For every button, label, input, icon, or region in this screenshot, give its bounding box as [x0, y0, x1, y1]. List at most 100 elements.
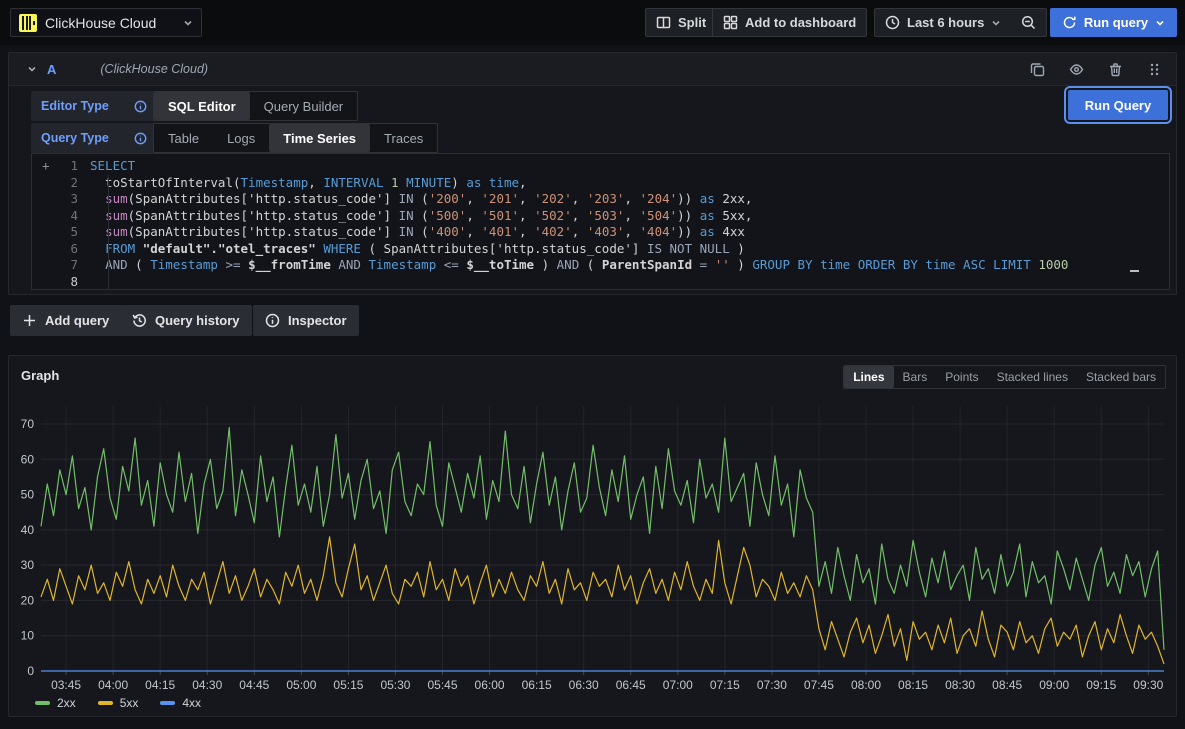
x-axis-label: 06:45 — [616, 678, 646, 692]
sql-line-4[interactable]: 4 sum(SpanAttributes['http.status_code']… — [32, 208, 1169, 225]
delete-query-trash-icon[interactable] — [1108, 62, 1123, 77]
history-icon — [132, 313, 147, 328]
sql-line-1[interactable]: +1SELECT — [32, 158, 1169, 175]
run-query-toolbar-button[interactable]: Run query — [1050, 8, 1177, 37]
query-type-option-table[interactable]: Table — [154, 124, 213, 152]
legend-label: 2xx — [57, 696, 76, 710]
sql-code-text — [83, 274, 90, 291]
y-axis-label: 70 — [21, 417, 35, 431]
time-range-picker[interactable]: Last 6 hours — [875, 9, 1011, 36]
chevron-down-icon — [991, 18, 1001, 28]
add-to-dashboard-button[interactable]: Add to dashboard — [712, 8, 867, 37]
sql-code-editor[interactable]: +1SELECT2 toStartOfInterval(Timestamp, I… — [31, 153, 1170, 290]
query-type-option-traces[interactable]: Traces — [370, 124, 437, 152]
x-axis-label: 08:30 — [945, 678, 975, 692]
graph-panel: Graph LinesBarsPointsStacked linesStacke… — [8, 355, 1177, 717]
clock-icon — [885, 15, 900, 30]
datasource-picker[interactable]: ClickHouse Cloud — [10, 8, 202, 37]
query-row-header[interactable]: A (ClickHouse Cloud) — [9, 53, 1176, 86]
run-query-button[interactable]: Run Query — [1068, 90, 1168, 120]
sql-line-3[interactable]: 3 sum(SpanAttributes['http.status_code']… — [32, 191, 1169, 208]
query-datasource-hint: (ClickHouse Cloud) — [100, 62, 208, 76]
x-axis-label: 06:15 — [522, 678, 552, 692]
time-series-chart[interactable]: 01020304050607003:4504:0004:1504:3004:45… — [9, 356, 1178, 718]
clickhouse-logo-icon — [19, 14, 37, 32]
sql-line-5[interactable]: 5 sum(SpanAttributes['http.status_code']… — [32, 224, 1169, 241]
sql-line-7[interactable]: 7 AND ( Timestamp >= $__fromTime AND Tim… — [32, 257, 1169, 274]
refresh-icon — [1062, 15, 1077, 30]
x-axis-label: 04:30 — [192, 678, 222, 692]
legend-label: 4xx — [182, 696, 201, 710]
x-axis-label: 08:15 — [898, 678, 928, 692]
zoom-out-time-button[interactable] — [1011, 9, 1046, 36]
x-axis-label: 08:45 — [992, 678, 1022, 692]
split-button[interactable]: Split — [645, 8, 717, 37]
y-axis-label: 30 — [21, 558, 35, 572]
sql-code-text: AND ( Timestamp >= $__fromTime AND Times… — [83, 257, 1068, 274]
y-axis-label: 10 — [21, 629, 35, 643]
indent-guide — [108, 175, 109, 290]
x-axis-label: 03:45 — [51, 678, 81, 692]
time-range-group: Last 6 hours — [874, 8, 1047, 37]
y-axis-label: 60 — [21, 452, 35, 466]
query-type-option-logs[interactable]: Logs — [213, 124, 269, 152]
x-axis-label: 06:00 — [475, 678, 505, 692]
x-axis-label: 04:00 — [98, 678, 128, 692]
sql-code-text: SELECT — [83, 158, 135, 175]
query-editor-panel: A (ClickHouse Cloud) Editor Type SQL Edi… — [8, 52, 1177, 295]
editor-type-option-query-builder[interactable]: Query Builder — [250, 92, 357, 120]
chevron-down-icon — [183, 18, 193, 28]
y-axis-label: 20 — [21, 593, 35, 607]
run-query-label: Run query — [1084, 15, 1148, 30]
legend-item-2xx[interactable]: 2xx — [35, 696, 76, 710]
add-query-button[interactable]: Add query — [10, 305, 121, 336]
x-axis-label: 05:30 — [380, 678, 410, 692]
duplicate-query-icon[interactable] — [1030, 62, 1045, 77]
sql-line-2[interactable]: 2 toStartOfInterval(Timestamp, INTERVAL … — [32, 175, 1169, 192]
line-number: +1 — [32, 158, 83, 175]
line-number: 7 — [32, 257, 83, 274]
add-line-icon[interactable]: + — [42, 158, 50, 175]
x-axis-label: 05:15 — [333, 678, 363, 692]
drag-handle-icon[interactable] — [1147, 62, 1162, 77]
chevron-down-icon — [1155, 18, 1165, 28]
query-type-toggle: TableLogsTime SeriesTraces — [153, 123, 438, 153]
sql-line-8[interactable]: 8 — [32, 274, 1169, 291]
query-type-label: Query Type — [41, 131, 126, 145]
x-axis-label: 09:00 — [1039, 678, 1069, 692]
line-number: 4 — [32, 208, 83, 225]
top-toolbar: ClickHouse Cloud Split Add to dashboard … — [0, 0, 1185, 45]
query-history-button[interactable]: Query history — [120, 305, 252, 336]
sql-line-6[interactable]: 6 FROM "default"."otel_traces" WHERE ( S… — [32, 241, 1169, 258]
zoom-out-icon — [1021, 15, 1036, 30]
line-number: 8 — [32, 274, 83, 291]
info-icon[interactable] — [134, 100, 147, 113]
line-number: 2 — [32, 175, 83, 192]
editor-type-toggle: SQL EditorQuery Builder — [153, 91, 358, 121]
legend-item-5xx[interactable]: 5xx — [98, 696, 139, 710]
inspector-button[interactable]: Inspector — [253, 305, 359, 336]
dashboard-grid-icon — [723, 15, 738, 30]
x-axis-label: 05:00 — [286, 678, 316, 692]
query-history-label: Query history — [155, 313, 240, 328]
x-axis-label: 09:30 — [1133, 678, 1163, 692]
split-label: Split — [678, 15, 706, 30]
line-number: 5 — [32, 224, 83, 241]
x-axis-label: 07:15 — [710, 678, 740, 692]
split-panes-icon — [656, 15, 671, 30]
editor-cursor — [1130, 270, 1139, 272]
info-icon[interactable] — [134, 132, 147, 145]
editor-type-option-sql-editor[interactable]: SQL Editor — [154, 92, 250, 120]
editor-type-field: Editor Type — [31, 91, 157, 121]
hide-query-eye-icon[interactable] — [1069, 62, 1084, 77]
x-axis-label: 04:15 — [145, 678, 175, 692]
series-line-2xx — [41, 428, 1164, 650]
legend-item-4xx[interactable]: 4xx — [160, 696, 201, 710]
collapse-chevron-icon[interactable] — [27, 64, 37, 74]
query-ref-id: A — [47, 62, 56, 77]
plus-icon — [22, 313, 37, 328]
editor-type-label: Editor Type — [41, 99, 126, 113]
query-type-option-time-series[interactable]: Time Series — [269, 124, 370, 152]
sql-code-text: sum(SpanAttributes['http.status_code'] I… — [83, 208, 752, 225]
sql-code-text: sum(SpanAttributes['http.status_code'] I… — [83, 224, 745, 241]
